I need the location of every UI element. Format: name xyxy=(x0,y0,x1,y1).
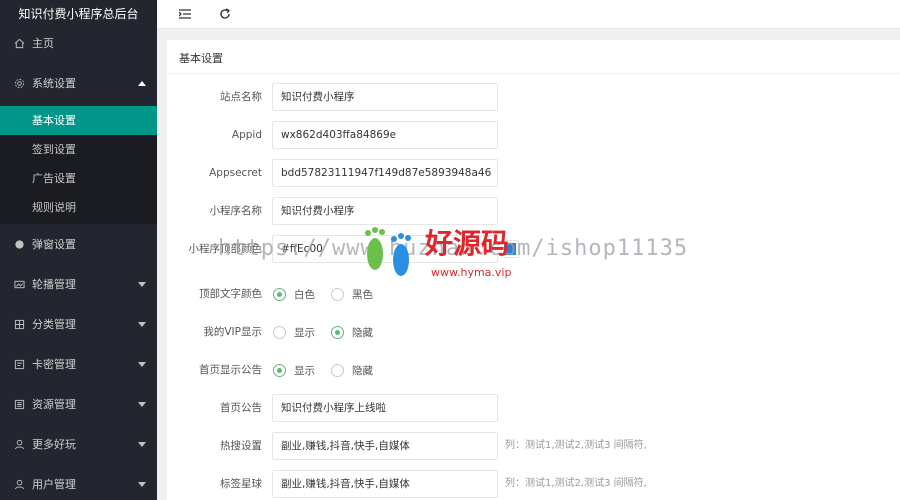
mini-name-label: 小程序名称 xyxy=(209,205,263,217)
sidebar-item-label: 主页 xyxy=(32,37,54,50)
resource-icon xyxy=(13,398,25,410)
radio-label: 隐藏 xyxy=(352,364,373,377)
hot-search-input[interactable]: 副业,赚钱,抖音,快手,自媒体 xyxy=(272,432,498,460)
sidebar-item-label: 用户管理 xyxy=(32,478,76,491)
top-text-color-label: 顶部文字颜色 xyxy=(199,288,262,300)
form-row-notice-display: 首页显示公告 显示 隐藏 xyxy=(167,356,900,384)
sidebar-item-home[interactable]: 主页 xyxy=(0,25,157,61)
radio-dot xyxy=(273,363,286,377)
sidebar-item-card-keys[interactable]: 卡密管理 xyxy=(0,346,157,382)
sidebar-item-users[interactable]: 用户管理 xyxy=(0,466,157,500)
radio-notice-hide[interactable]: 隐藏 xyxy=(331,356,373,384)
chevron-down-icon xyxy=(138,442,146,447)
chevron-up-icon xyxy=(138,81,146,86)
site-name-input[interactable]: 知识付费小程序 xyxy=(272,83,498,111)
form-row-appsecret: Appsecret bdd57823111947f149d87e5893948a… xyxy=(167,159,900,187)
refresh-icon[interactable] xyxy=(218,7,232,21)
appid-label: Appid xyxy=(231,129,262,141)
user-icon xyxy=(13,478,25,490)
home-icon xyxy=(13,37,25,49)
site-name-label: 站点名称 xyxy=(220,91,262,103)
radio-label: 显示 xyxy=(294,326,315,339)
footprints-icon xyxy=(365,227,411,276)
sidebar-item-label: 轮播管理 xyxy=(32,278,76,291)
sidebar: 知识付费小程序总后台 主页 系统设置 基本设置 签到设置 广告设置 规则说明 弹… xyxy=(0,0,157,500)
image-icon xyxy=(13,278,25,290)
submenu-system-settings: 基本设置 签到设置 广告设置 规则说明 xyxy=(0,106,157,224)
radio-white[interactable]: 白色 xyxy=(273,280,315,308)
radio-dot xyxy=(273,325,286,339)
card-title: 基本设置 xyxy=(179,52,223,65)
appid-input[interactable]: wx862d403ffa84869e xyxy=(272,121,498,149)
chevron-down-icon xyxy=(138,402,146,407)
fun-icon xyxy=(13,438,25,450)
sidebar-subitem-basic-settings[interactable]: 基本设置 xyxy=(0,106,157,135)
radio-dot xyxy=(331,325,344,339)
sidebar-item-category[interactable]: 分类管理 xyxy=(0,306,157,342)
radio-vip-show[interactable]: 显示 xyxy=(273,318,315,346)
tag-planet-input[interactable]: 副业,赚钱,抖音,快手,自媒体 xyxy=(272,470,498,498)
card-icon xyxy=(13,358,25,370)
sidebar-item-label: 分类管理 xyxy=(32,318,76,331)
sidebar-subitem-rules[interactable]: 规则说明 xyxy=(0,193,157,222)
appsecret-label: Appsecret xyxy=(209,167,262,179)
radio-label: 隐藏 xyxy=(352,326,373,339)
hot-search-label: 热搜设置 xyxy=(220,440,262,452)
tag-planet-hint: 列：测试1,测试2,测试3 间隔符, xyxy=(505,478,647,489)
notice-display-label: 首页显示公告 xyxy=(199,364,262,376)
sidebar-item-resources[interactable]: 资源管理 xyxy=(0,386,157,422)
form-row-vip-display: 我的VIP显示 显示 隐藏 xyxy=(167,318,900,346)
chevron-down-icon xyxy=(138,282,146,287)
sidebar-item-system-settings[interactable]: 系统设置 xyxy=(0,65,157,101)
radio-dot xyxy=(273,287,286,301)
sidebar-item-label: 更多好玩 xyxy=(32,438,76,451)
sidebar-subitem-ad-settings[interactable]: 广告设置 xyxy=(0,164,157,193)
appsecret-input[interactable]: bdd57823111947f149d87e5893948a46 xyxy=(272,159,498,187)
form-row-site-name: 站点名称 知识付费小程序 xyxy=(167,83,900,111)
form-row-appid: Appid wx862d403ffa84869e xyxy=(167,121,900,149)
form-row-home-notice: 首页公告 知识付费小程序上线啦 xyxy=(167,394,900,422)
sidebar-subitem-signin-settings[interactable]: 签到设置 xyxy=(0,135,157,164)
sidebar-item-label: 系统设置 xyxy=(32,77,76,90)
sidebar-item-label: 资源管理 xyxy=(32,398,76,411)
radio-dot xyxy=(331,287,344,301)
sidebar-item-carousel[interactable]: 轮播管理 xyxy=(0,266,157,302)
home-notice-label: 首页公告 xyxy=(220,402,262,414)
vip-display-label: 我的VIP显示 xyxy=(203,326,262,338)
hot-search-hint: 列：测试1,测试2,测试3 间隔符, xyxy=(505,440,647,451)
menu-toggle-icon[interactable] xyxy=(178,7,192,21)
radio-label: 黑色 xyxy=(352,288,373,301)
radio-notice-show[interactable]: 显示 xyxy=(273,356,315,384)
top-toolbar xyxy=(157,0,900,29)
sidebar-item-popup-settings[interactable]: 弹窗设置 xyxy=(0,226,157,262)
home-notice-input[interactable]: 知识付费小程序上线啦 xyxy=(272,394,498,422)
sidebar-item-more-fun[interactable]: 更多好玩 xyxy=(0,426,157,462)
chevron-down-icon xyxy=(138,362,146,367)
gear-icon xyxy=(13,77,25,89)
divider xyxy=(167,73,900,74)
sidebar-item-label: 卡密管理 xyxy=(32,358,76,371)
radio-label: 显示 xyxy=(294,364,315,377)
circle-icon xyxy=(13,238,25,250)
radio-vip-hide[interactable]: 隐藏 xyxy=(331,318,373,346)
tag-planet-label: 标签星球 xyxy=(220,478,262,490)
radio-dot xyxy=(331,363,344,377)
form-row-hot-search: 热搜设置 副业,赚钱,抖音,快手,自媒体 列：测试1,测试2,测试3 间隔符, xyxy=(167,432,900,460)
radio-label: 白色 xyxy=(294,288,315,301)
chevron-down-icon xyxy=(138,482,146,487)
sidebar-item-label: 弹窗设置 xyxy=(32,238,76,251)
category-icon xyxy=(13,318,25,330)
watermark-brand: 好源码 xyxy=(425,227,510,260)
watermark-logo: 好源码 www.hyma.vip xyxy=(355,218,545,288)
form-row-tag-planet: 标签星球 副业,赚钱,抖音,快手,自媒体 列：测试1,测试2,测试3 间隔符, xyxy=(167,470,900,498)
chevron-down-icon xyxy=(138,322,146,327)
watermark-site: www.hyma.vip xyxy=(431,266,512,279)
